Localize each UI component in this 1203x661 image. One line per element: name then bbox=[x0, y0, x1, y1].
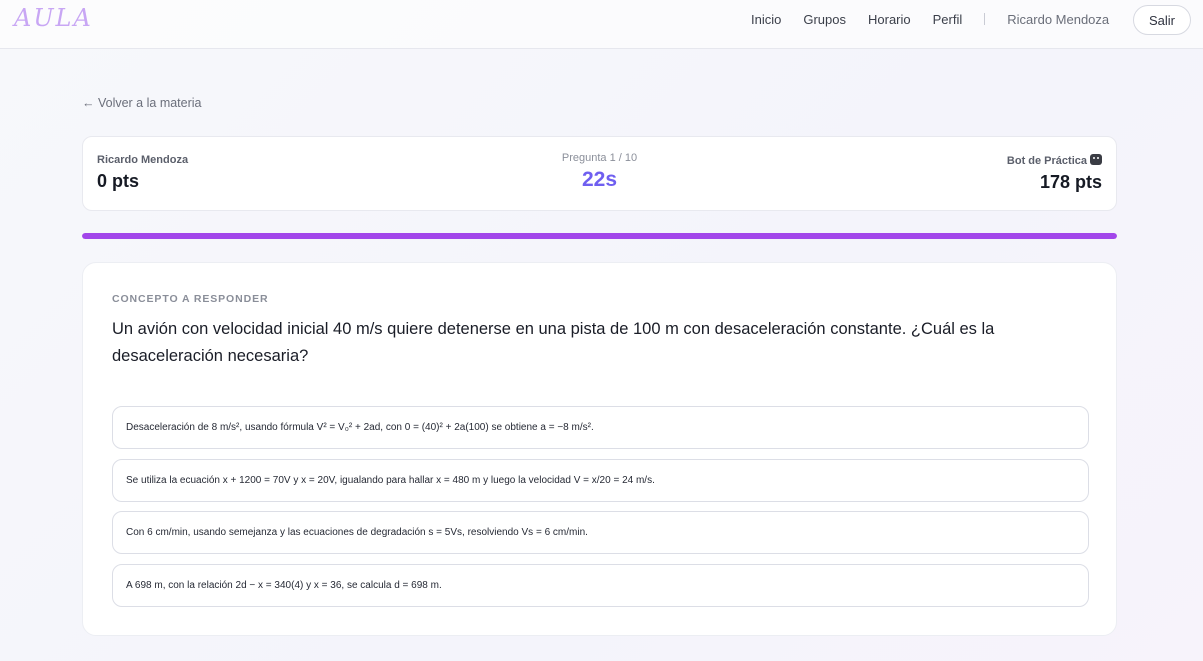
question-counter: Pregunta 1 / 10 bbox=[561, 152, 638, 164]
answer-option-label: Con 6 cm/min, usando semejanza y las ecu… bbox=[126, 527, 588, 538]
question-kicker: CONCEPTO A RESPONDER bbox=[112, 293, 269, 305]
time-progress-bar bbox=[82, 233, 1117, 239]
current-user-name: Ricardo Mendoza bbox=[1007, 11, 1110, 27]
nav-grupos[interactable]: Grupos bbox=[803, 12, 846, 27]
countdown-timer: 22s bbox=[581, 168, 618, 191]
scoreboard: Ricardo Mendoza 0 pts Pregunta 1 / 10 22… bbox=[82, 136, 1117, 211]
question-text: Un avión con velocidad inicial 40 m/s qu… bbox=[112, 320, 995, 365]
answer-option-label: A 698 m, con la relación 2d − x = 340(4)… bbox=[126, 580, 442, 591]
logout-button[interactable]: Salir bbox=[1133, 5, 1191, 35]
bot-score: Bot de Práctica 178 pts bbox=[1007, 154, 1102, 193]
main-nav: Inicio Grupos Horario Perfil Ricardo Men… bbox=[751, 0, 1129, 38]
nav-horario[interactable]: Horario bbox=[868, 12, 911, 27]
answer-option-label: Desaceleración de 8 m/s², usando fórmula… bbox=[126, 422, 594, 433]
robot-icon bbox=[1090, 154, 1102, 165]
question-card: CONCEPTO A RESPONDER Un avión con veloci… bbox=[82, 262, 1117, 636]
answer-option-3[interactable]: Con 6 cm/min, usando semejanza y las ecu… bbox=[112, 511, 1089, 554]
nav-divider bbox=[984, 13, 986, 25]
answer-option-2[interactable]: Se utiliza la ecuación x + 1200 = 70V y … bbox=[112, 459, 1089, 502]
nav-perfil[interactable]: Perfil bbox=[933, 12, 963, 27]
app-logo[interactable]: AULA bbox=[14, 4, 93, 32]
answer-option-1[interactable]: Desaceleración de 8 m/s², usando fórmula… bbox=[112, 406, 1089, 449]
top-navbar: AULA Inicio Grupos Horario Perfil Ricard… bbox=[0, 0, 1203, 49]
bot-name: Bot de Práctica bbox=[1006, 155, 1087, 167]
nav-inicio[interactable]: Inicio bbox=[751, 12, 781, 27]
bot-points: 178 pts bbox=[1039, 172, 1102, 192]
answer-option-4[interactable]: A 698 m, con la relación 2d − x = 340(4)… bbox=[112, 564, 1089, 607]
time-progress-fill bbox=[82, 233, 1117, 239]
answer-option-label: Se utiliza la ecuación x + 1200 = 70V y … bbox=[126, 475, 655, 486]
question-status: Pregunta 1 / 10 22s bbox=[83, 152, 1116, 192]
back-to-subject-link[interactable]: ← Volver a la materia bbox=[82, 96, 202, 110]
